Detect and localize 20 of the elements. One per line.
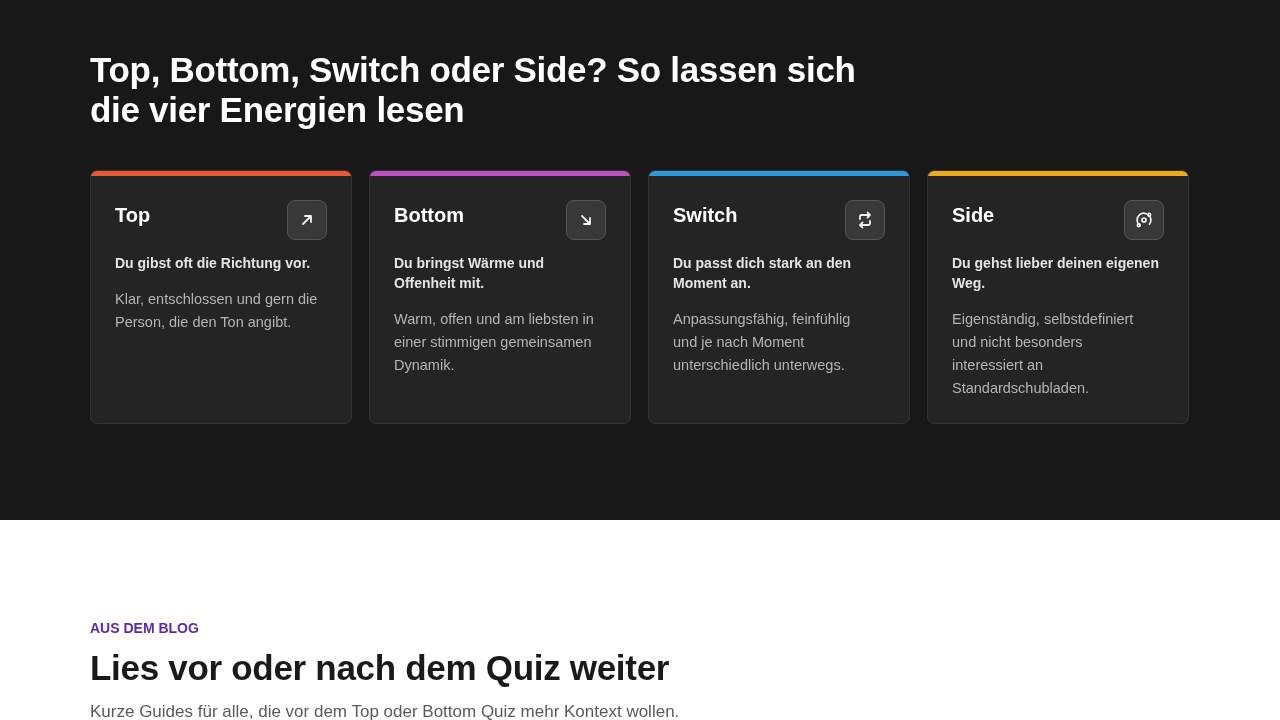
card-description: Warm, offen und am liebsten in einer stimmigen gemeinsamen Dynamik.	[394, 310, 595, 375]
card-lead-text: Du gehst lieber deinen eigenen Weg.	[952, 254, 1160, 293]
card-description: Klar, entschlossen und gern die Person, die den Ton angibt.	[115, 290, 319, 332]
section-heading: Top, Bottom, Switch oder Side? So lassen sich die vier Energien lesen	[90, 50, 857, 130]
section-heading: Lies vor oder nach dem Quiz weiter	[90, 647, 670, 689]
card-title: Switch	[673, 203, 738, 228]
card-title: Top	[115, 203, 151, 228]
arrow-down-right-icon	[566, 200, 606, 240]
orbit-icon	[1124, 200, 1164, 240]
card-description: Anpassungsfähig, feinfühlig und je nach Moment unterschiedlich unterwegs.	[673, 310, 852, 375]
repeat-icon	[845, 200, 885, 240]
arrow-up-right-icon	[287, 200, 327, 240]
card-lead-text: Du gibst oft die Richtung vor.	[115, 254, 312, 273]
card-description: Eigenständig, selbstdefiniert und nicht besonders interessiert an Standardschubladen.	[952, 310, 1135, 398]
section-eyebrow: AUS DEM BLOG	[90, 619, 199, 637]
card-title: Bottom	[394, 203, 464, 228]
card-lead-text: Du bringst Wärme und Offenheit mit.	[394, 254, 546, 293]
section-intro: Kurze Guides für alle, die vor dem Top oder Bottom Quiz mehr Kontext wollen.	[90, 701, 680, 720]
card-title: Side	[952, 203, 995, 228]
card-lead-text: Du passt dich stark an den Moment an.	[673, 254, 853, 293]
